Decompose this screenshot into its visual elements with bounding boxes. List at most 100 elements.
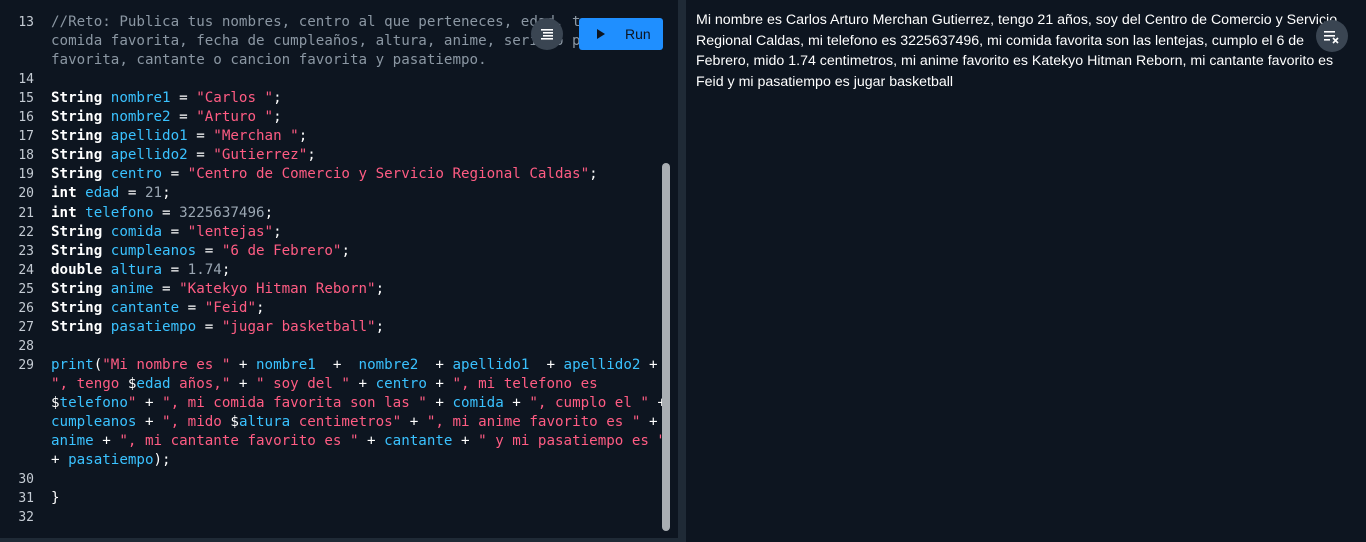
clear-output-icon bbox=[1324, 31, 1339, 44]
line-number: 23 bbox=[18, 243, 34, 259]
code-token: String bbox=[51, 318, 111, 335]
code-token: String bbox=[51, 128, 111, 145]
code-token: altura bbox=[238, 414, 291, 431]
code-text: $telefono" + ", mi comida favorita son l… bbox=[51, 394, 666, 413]
line-number: 26 bbox=[18, 300, 34, 316]
code-token: "jugar basketball" bbox=[221, 318, 376, 335]
code-token: 21 bbox=[144, 185, 163, 202]
code-text: } bbox=[51, 489, 60, 508]
code-token: nombre2 bbox=[358, 356, 419, 373]
code-token: ; bbox=[162, 185, 171, 202]
code-editor[interactable]: 13 //Reto: Publica tus nombres, centro al… bbox=[0, 0, 678, 538]
code-token: String bbox=[51, 90, 111, 107]
code-token: comida bbox=[110, 223, 163, 240]
line-number: 20 bbox=[18, 186, 34, 202]
code-token: String bbox=[51, 242, 111, 259]
editor-scrollbar[interactable] bbox=[662, 163, 670, 531]
line-number: 21 bbox=[18, 205, 34, 221]
code-token: años," bbox=[170, 375, 231, 392]
code-token: "Feid" bbox=[204, 299, 257, 316]
code-token: String bbox=[51, 166, 111, 183]
code-token: ; bbox=[264, 204, 274, 221]
code-token: double bbox=[51, 261, 111, 278]
format-icon bbox=[541, 29, 553, 40]
code-text: String apellido1 = "Merchan "; bbox=[51, 127, 307, 146]
line-number: 18 bbox=[18, 148, 34, 164]
line-number: 32 bbox=[18, 510, 34, 526]
code-token: + bbox=[529, 356, 564, 373]
code-token: "Katekyo Hitman Reborn" bbox=[179, 280, 376, 297]
code-token: "lentejas" bbox=[187, 223, 274, 240]
code-token: + bbox=[136, 395, 163, 411]
code-token: apellido1 bbox=[110, 128, 188, 145]
code-token: = bbox=[162, 223, 188, 240]
code-token: anime bbox=[110, 280, 154, 297]
code-token: favorita, cantante o cancion favorita y … bbox=[51, 52, 487, 69]
code-token: = bbox=[196, 318, 222, 335]
code-token: ", mi cantante favorito es " bbox=[119, 433, 359, 450]
code-token: ", mi anime favorito es " bbox=[426, 414, 641, 431]
line-number: 30 bbox=[18, 472, 34, 488]
code-token: + bbox=[401, 414, 427, 431]
code-token: + bbox=[640, 356, 658, 373]
format-code-button[interactable] bbox=[531, 18, 563, 50]
code-token: apellido2 bbox=[110, 147, 188, 164]
code-token: ; bbox=[341, 242, 350, 259]
code-token: + bbox=[358, 433, 385, 450]
code-text: print("Mi nombre es " + nombre1 + nombre… bbox=[51, 356, 658, 375]
code-token: = bbox=[162, 166, 188, 183]
code-token: = bbox=[119, 185, 145, 202]
line-number: 14 bbox=[18, 72, 34, 88]
code-token: = bbox=[162, 261, 188, 278]
code-token: + bbox=[230, 356, 257, 373]
code-token: + bbox=[93, 433, 120, 450]
line-number: 17 bbox=[18, 129, 34, 145]
code-text: cumpleanos + ", mido $altura centimetros… bbox=[51, 413, 658, 432]
code-token: pasatiempo bbox=[110, 318, 197, 335]
code-token: String bbox=[51, 280, 111, 297]
code-token: cantante bbox=[384, 433, 453, 450]
code-text: + pasatiempo); bbox=[51, 451, 171, 470]
code-text: int telefono = 3225637496; bbox=[51, 204, 273, 223]
code-token: "Carlos " bbox=[196, 90, 274, 107]
code-token: ; bbox=[221, 261, 231, 278]
code-token: "Mi nombre es " bbox=[102, 356, 231, 373]
code-token: anime bbox=[51, 433, 94, 450]
code-token: + bbox=[640, 414, 658, 431]
code-token: = bbox=[179, 299, 205, 316]
pane-divider[interactable] bbox=[678, 0, 686, 542]
code-text: comida favorita, fecha de cumpleaños, al… bbox=[51, 32, 589, 51]
code-text: String anime = "Katekyo Hitman Reborn"; bbox=[51, 280, 384, 299]
code-token: " soy del " bbox=[256, 375, 350, 392]
code-text: anime + ", mi cantante favorito es " + c… bbox=[51, 432, 666, 451]
line-number: 24 bbox=[18, 262, 34, 278]
code-token: String bbox=[51, 299, 111, 316]
run-button[interactable]: Run bbox=[579, 18, 663, 50]
code-token: comida favorita, fecha de cumpleaños, al… bbox=[51, 33, 590, 50]
code-token: $ bbox=[51, 395, 60, 411]
code-token: + bbox=[230, 375, 257, 392]
code-token: = bbox=[187, 147, 214, 164]
code-token: cantante bbox=[110, 299, 180, 316]
line-number: 28 bbox=[18, 338, 34, 354]
code-token: + bbox=[426, 395, 453, 411]
code-text: String comida = "lentejas"; bbox=[51, 223, 282, 242]
code-token: ", mido bbox=[162, 414, 231, 431]
code-token: = bbox=[187, 128, 214, 145]
code-token: ; bbox=[589, 166, 598, 183]
code-token: = bbox=[170, 109, 197, 126]
code-token: centimetros" bbox=[290, 414, 402, 431]
code-text: double altura = 1.74; bbox=[51, 261, 230, 280]
line-number: 16 bbox=[18, 110, 34, 126]
line-number: 15 bbox=[18, 91, 34, 107]
code-token: int bbox=[51, 185, 86, 202]
code-text: String centro = "Centro de Comercio y Se… bbox=[51, 165, 598, 184]
play-icon bbox=[597, 29, 605, 39]
code-token: telefono bbox=[85, 204, 154, 221]
code-token: comida bbox=[452, 395, 504, 411]
clear-output-button[interactable] bbox=[1316, 20, 1348, 52]
code-token: ; bbox=[273, 109, 282, 126]
code-token: String bbox=[51, 109, 111, 126]
code-token: centro bbox=[375, 375, 427, 392]
code-token: ( bbox=[93, 356, 103, 373]
